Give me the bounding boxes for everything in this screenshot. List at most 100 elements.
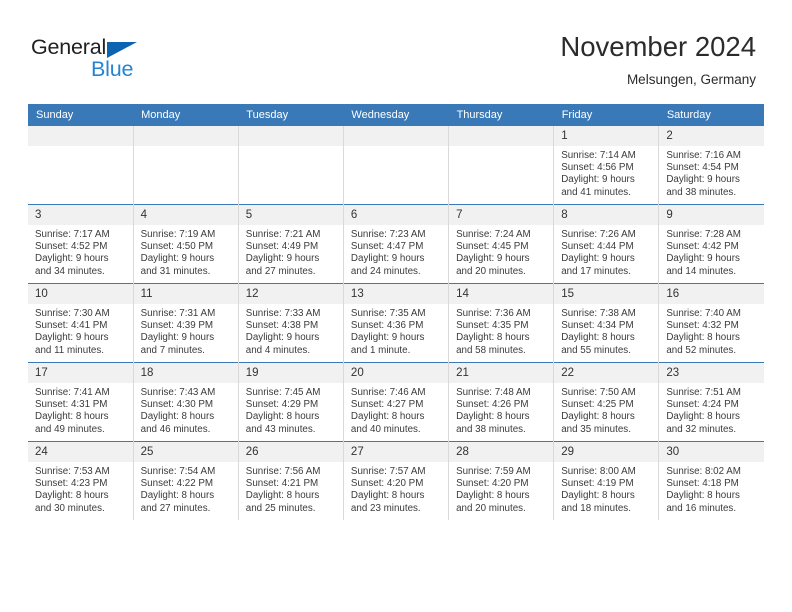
daylight-duration-line2: and 49 minutes. (35, 423, 105, 435)
sunrise-time: Sunrise: 7:54 AM (140, 466, 216, 477)
calendar-day-cell[interactable]: 30 Sunrise: 8:02 AM Sunset: 4:18 PM Dayligh… (658, 441, 764, 520)
sunset-time: Sunset: 4:42 PM (666, 241, 739, 253)
sunrise-time: Sunrise: 7:16 AM (666, 150, 741, 161)
sunset-time: Sunset: 4:24 PM (666, 399, 739, 411)
daylight-duration-line2: and 35 minutes. (561, 423, 631, 435)
weekday-header-tuesday: Tuesday (238, 104, 344, 126)
daylight-duration-line2: and 32 minutes. (666, 423, 737, 435)
sunset-time: Sunset: 4:56 PM (561, 162, 634, 174)
day-number: 22 (554, 363, 659, 383)
day-number: 6 (343, 205, 449, 225)
weekday-header-monday: Monday (133, 104, 239, 126)
daylight-duration-line2: and 23 minutes. (350, 502, 421, 514)
calendar-page: General Blue November 2024 Melsungen, Ge… (0, 0, 792, 612)
daylight-duration-line2: and 11 minutes. (35, 344, 104, 356)
daylight-duration-line1: Daylight: 9 hours (140, 332, 215, 344)
sunrise-time: Sunrise: 7:31 AM (140, 308, 216, 319)
daylight-duration-line1: Daylight: 8 hours (456, 411, 530, 423)
calendar-week-row: 24 Sunrise: 7:53 AM Sunset: 4:23 PM Dayligh… (28, 441, 764, 520)
daylight-duration-line1: Daylight: 8 hours (35, 411, 109, 423)
day-sun-info: Sunrise: 7:23 AM Sunset: 4:47 PM Daylight:… (344, 225, 448, 278)
day-number: 15 (554, 284, 659, 304)
sunset-time: Sunset: 4:50 PM (140, 241, 214, 253)
weekday-header: Sunday Monday Tuesday Wednesday Thursday Frid… (28, 104, 764, 126)
calendar-day-cell[interactable]: 20 Sunrise: 7:46 AM Sunset: 4:27 PM Dayligh… (342, 362, 450, 442)
calendar-day-cell[interactable]: 6 Sunrise: 7:23 AM Sunset: 4:47 PM Daylight… (342, 204, 450, 284)
day-number (28, 126, 133, 146)
logo-text-general: General (31, 35, 107, 59)
calendar-day-cell[interactable]: 17 Sunrise: 7:41 AM Sunset: 4:31 PM Dayligh… (28, 362, 134, 442)
sunset-time: Sunset: 4:36 PM (350, 320, 424, 332)
day-sun-info: Sunrise: 8:02 AM Sunset: 4:18 PM Daylight:… (659, 462, 764, 515)
day-number: 20 (343, 363, 449, 383)
calendar-day-cell[interactable]: 27 Sunrise: 7:57 AM Sunset: 4:20 PM Dayligh… (342, 441, 450, 520)
calendar-day-cell[interactable]: 29 Sunrise: 8:00 AM Sunset: 4:19 PM Dayligh… (553, 441, 660, 520)
sunrise-time: Sunrise: 7:56 AM (245, 466, 321, 477)
calendar-day-cell[interactable]: 12 Sunrise: 7:33 AM Sunset: 4:38 PM Dayligh… (237, 283, 344, 363)
day-number: 16 (659, 284, 764, 304)
sunset-time: Sunset: 4:29 PM (245, 399, 319, 411)
day-number: 21 (449, 363, 554, 383)
daylight-duration-line1: Daylight: 9 hours (350, 332, 425, 344)
calendar-day-cell-empty (448, 126, 555, 205)
day-number: 4 (133, 205, 238, 225)
calendar-day-cell[interactable]: 25 Sunrise: 7:54 AM Sunset: 4:22 PM Dayligh… (132, 441, 239, 520)
calendar-day-cell[interactable]: 7 Sunrise: 7:24 AM Sunset: 4:45 PM Daylight… (448, 204, 555, 284)
calendar-day-cell[interactable]: 19 Sunrise: 7:45 AM Sunset: 4:29 PM Dayligh… (237, 362, 344, 442)
sunrise-time: Sunrise: 7:51 AM (666, 387, 741, 398)
calendar-day-cell[interactable]: 10 Sunrise: 7:30 AM Sunset: 4:41 PM Dayligh… (28, 283, 134, 363)
day-number: 12 (238, 284, 343, 304)
page-title: November 2024 (560, 31, 756, 62)
calendar-day-cell[interactable]: 14 Sunrise: 7:36 AM Sunset: 4:35 PM Dayligh… (448, 283, 555, 363)
sunrise-time: Sunrise: 8:02 AM (666, 466, 741, 477)
sunrise-time: Sunrise: 7:41 AM (35, 387, 110, 398)
day-sun-info: Sunrise: 7:41 AM Sunset: 4:31 PM Daylight:… (28, 383, 133, 436)
daylight-duration-line1: Daylight: 9 hours (245, 253, 320, 265)
day-number: 9 (659, 205, 764, 225)
sunrise-time: Sunrise: 7:21 AM (245, 229, 321, 240)
calendar-day-cell[interactable]: 26 Sunrise: 7:56 AM Sunset: 4:21 PM Dayligh… (237, 441, 344, 520)
calendar-day-cell[interactable]: 3 Sunrise: 7:17 AM Sunset: 4:52 PM Daylight… (28, 204, 134, 284)
calendar-day-cell[interactable]: 2 Sunrise: 7:16 AM Sunset: 4:54 PM Daylight… (658, 126, 764, 205)
day-sun-info: Sunrise: 7:54 AM Sunset: 4:22 PM Daylight:… (134, 462, 238, 515)
general-blue-logo[interactable]: General Blue (31, 35, 211, 85)
daylight-duration-line1: Daylight: 8 hours (561, 490, 635, 502)
weekday-header-friday: Friday (553, 104, 659, 126)
daylight-duration-line1: Daylight: 9 hours (140, 253, 215, 265)
calendar-day-cell[interactable]: 21 Sunrise: 7:48 AM Sunset: 4:26 PM Dayligh… (448, 362, 555, 442)
sunrise-time: Sunrise: 8:00 AM (561, 466, 636, 477)
calendar-day-cell[interactable]: 23 Sunrise: 7:51 AM Sunset: 4:24 PM Dayligh… (658, 362, 764, 442)
calendar-day-cell[interactable]: 24 Sunrise: 7:53 AM Sunset: 4:23 PM Dayligh… (28, 441, 134, 520)
calendar-day-cell[interactable]: 15 Sunrise: 7:38 AM Sunset: 4:34 PM Dayligh… (553, 283, 660, 363)
title-block: November 2024 Melsungen, Germany (560, 30, 756, 88)
calendar-day-cell[interactable]: 16 Sunrise: 7:40 AM Sunset: 4:32 PM Dayligh… (658, 283, 764, 363)
calendar-day-cell[interactable]: 28 Sunrise: 7:59 AM Sunset: 4:20 PM Dayligh… (448, 441, 555, 520)
day-number: 11 (133, 284, 238, 304)
day-sun-info: Sunrise: 7:53 AM Sunset: 4:23 PM Daylight:… (28, 462, 133, 515)
sunrise-time: Sunrise: 7:45 AM (245, 387, 321, 398)
day-number: 23 (659, 363, 764, 383)
calendar-day-cell[interactable]: 22 Sunrise: 7:50 AM Sunset: 4:25 PM Dayligh… (553, 362, 660, 442)
calendar-day-cell[interactable]: 4 Sunrise: 7:19 AM Sunset: 4:50 PM Daylight… (132, 204, 239, 284)
sunset-time: Sunset: 4:54 PM (666, 162, 739, 174)
daylight-duration-line1: Daylight: 8 hours (666, 332, 740, 344)
calendar-day-cell[interactable]: 13 Sunrise: 7:35 AM Sunset: 4:36 PM Dayligh… (342, 283, 450, 363)
day-sun-info: Sunrise: 7:31 AM Sunset: 4:39 PM Daylight:… (134, 304, 238, 357)
sunrise-time: Sunrise: 7:35 AM (350, 308, 426, 319)
day-sun-info: Sunrise: 7:57 AM Sunset: 4:20 PM Daylight:… (344, 462, 448, 515)
day-sun-info: Sunrise: 7:35 AM Sunset: 4:36 PM Daylight:… (344, 304, 448, 357)
sunset-time: Sunset: 4:44 PM (561, 241, 634, 253)
calendar-day-cell[interactable]: 11 Sunrise: 7:31 AM Sunset: 4:39 PM Dayligh… (132, 283, 239, 363)
calendar-day-cell[interactable]: 5 Sunrise: 7:21 AM Sunset: 4:49 PM Daylight… (237, 204, 344, 284)
calendar-day-cell[interactable]: 9 Sunrise: 7:28 AM Sunset: 4:42 PM Daylight… (658, 204, 764, 284)
day-sun-info: Sunrise: 7:51 AM Sunset: 4:24 PM Daylight:… (659, 383, 764, 436)
day-sun-info: Sunrise: 7:16 AM Sunset: 4:54 PM Daylight:… (659, 146, 764, 199)
calendar-day-cell[interactable]: 1 Sunrise: 7:14 AM Sunset: 4:56 PM Daylight… (553, 126, 660, 205)
page-header: General Blue November 2024 Melsungen, Ge… (0, 0, 792, 104)
daylight-duration-line1: Daylight: 8 hours (561, 411, 635, 423)
day-sun-info: Sunrise: 7:17 AM Sunset: 4:52 PM Daylight:… (28, 225, 133, 278)
calendar-day-cell[interactable]: 8 Sunrise: 7:26 AM Sunset: 4:44 PM Daylight… (553, 204, 660, 284)
calendar-day-cell[interactable]: 18 Sunrise: 7:43 AM Sunset: 4:30 PM Dayligh… (132, 362, 239, 442)
day-number (343, 126, 449, 146)
day-number: 28 (449, 442, 554, 462)
